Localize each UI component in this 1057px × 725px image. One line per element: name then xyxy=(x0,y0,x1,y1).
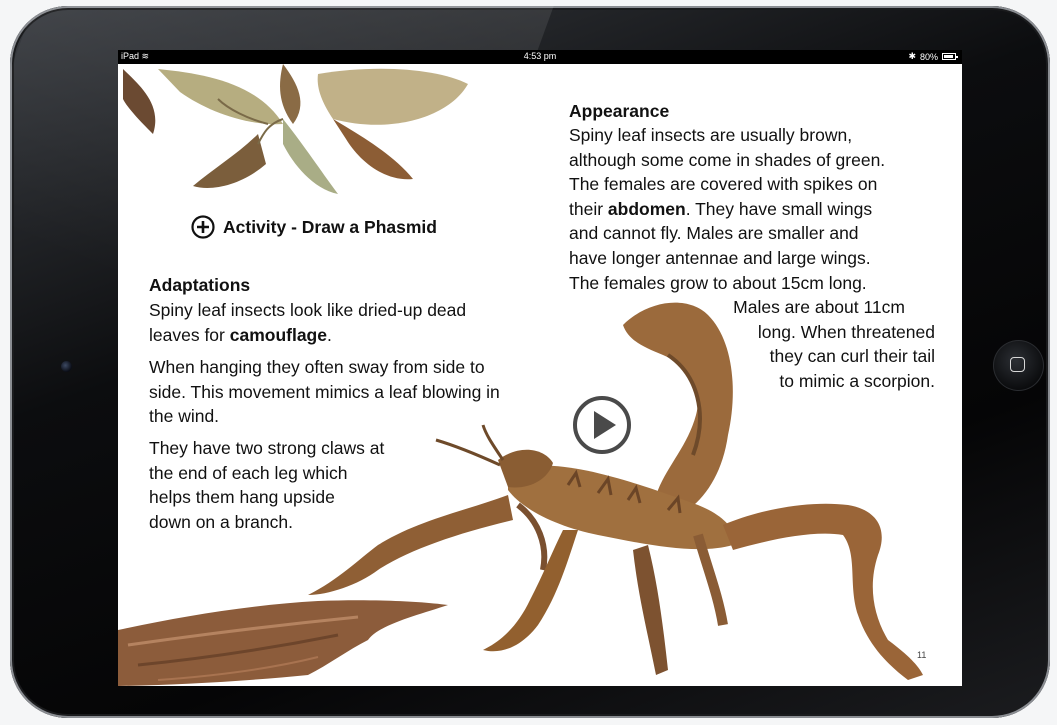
activity-link[interactable]: Activity - Draw a Phasmid xyxy=(191,215,437,239)
bluetooth-icon: ✱ xyxy=(908,51,916,61)
adaptations-p1-end: . xyxy=(326,324,332,345)
appearance-right-line: long. When threatened xyxy=(757,321,935,342)
adaptations-p3-line: the end of each leg which xyxy=(149,462,348,483)
appearance-paragraph: Spiny leaf insects are usually brown, al… xyxy=(569,123,949,295)
appearance-abdomen-post: . They have small wings xyxy=(685,198,873,219)
adaptations-paragraph-1: Spiny leaf insects look like dried-up de… xyxy=(149,298,519,347)
abdomen-term: abdomen xyxy=(607,198,686,219)
status-bar: iPad ≋ 4:53 pm ✱ 80% xyxy=(118,50,962,64)
screen: iPad ≋ 4:53 pm ✱ 80% Activity - Draw a P… xyxy=(118,50,962,686)
appearance-heading: Appearance xyxy=(569,101,670,121)
status-right: ✱ 80% xyxy=(908,51,958,62)
home-button[interactable] xyxy=(993,340,1044,391)
appearance-abdomen-pre: their xyxy=(569,198,608,219)
adaptations-p3-line: They have two strong claws at xyxy=(149,438,385,458)
play-video-button[interactable] xyxy=(572,395,632,455)
adaptations-p3-line: helps them hang upside xyxy=(149,487,335,508)
appearance-line: The females grow to about 15cm long. xyxy=(569,272,867,293)
dry-leaves-image xyxy=(123,64,468,194)
appearance-right-line: Males are about 11cm xyxy=(733,297,905,317)
adaptations-heading: Adaptations xyxy=(149,275,251,295)
play-icon xyxy=(594,411,616,439)
home-square-icon xyxy=(1010,357,1025,372)
appearance-line: their abdomen. They have small wings xyxy=(569,197,949,222)
appearance-line: have longer antennae and large wings. xyxy=(569,247,871,268)
camera-icon xyxy=(61,361,72,372)
appearance-right-aligned: Males are about 11cm long. When threaten… xyxy=(658,295,935,393)
appearance-right-line: to mimic a scorpion. xyxy=(779,370,935,391)
appearance-line: although some come in shades of green. xyxy=(569,149,886,170)
plus-circle-icon xyxy=(191,215,215,239)
adaptations-paragraph-2: When hanging they often sway from side t… xyxy=(149,357,500,427)
appearance-line: and cannot fly. Males are smaller and xyxy=(569,223,859,244)
activity-label: Activity - Draw a Phasmid xyxy=(223,216,437,237)
battery-icon xyxy=(942,53,958,60)
ipad-device: iPad ≋ 4:53 pm ✱ 80% Activity - Draw a P… xyxy=(0,0,1057,725)
adaptations-p3-line: down on a branch. xyxy=(149,511,293,532)
page-number: 11 xyxy=(917,650,927,660)
adaptations-paragraph-3: They have two strong claws at the end of… xyxy=(149,436,449,534)
battery-percent: 80% xyxy=(919,51,938,62)
clock: 4:53 pm xyxy=(523,51,557,61)
appearance-right-line: they can curl their tail xyxy=(769,346,935,367)
appearance-line: Spiny leaf insects are usually brown, xyxy=(569,125,853,145)
camouflage-term: camouflage xyxy=(229,324,327,345)
appearance-line: The females are covered with spikes on xyxy=(569,174,878,195)
